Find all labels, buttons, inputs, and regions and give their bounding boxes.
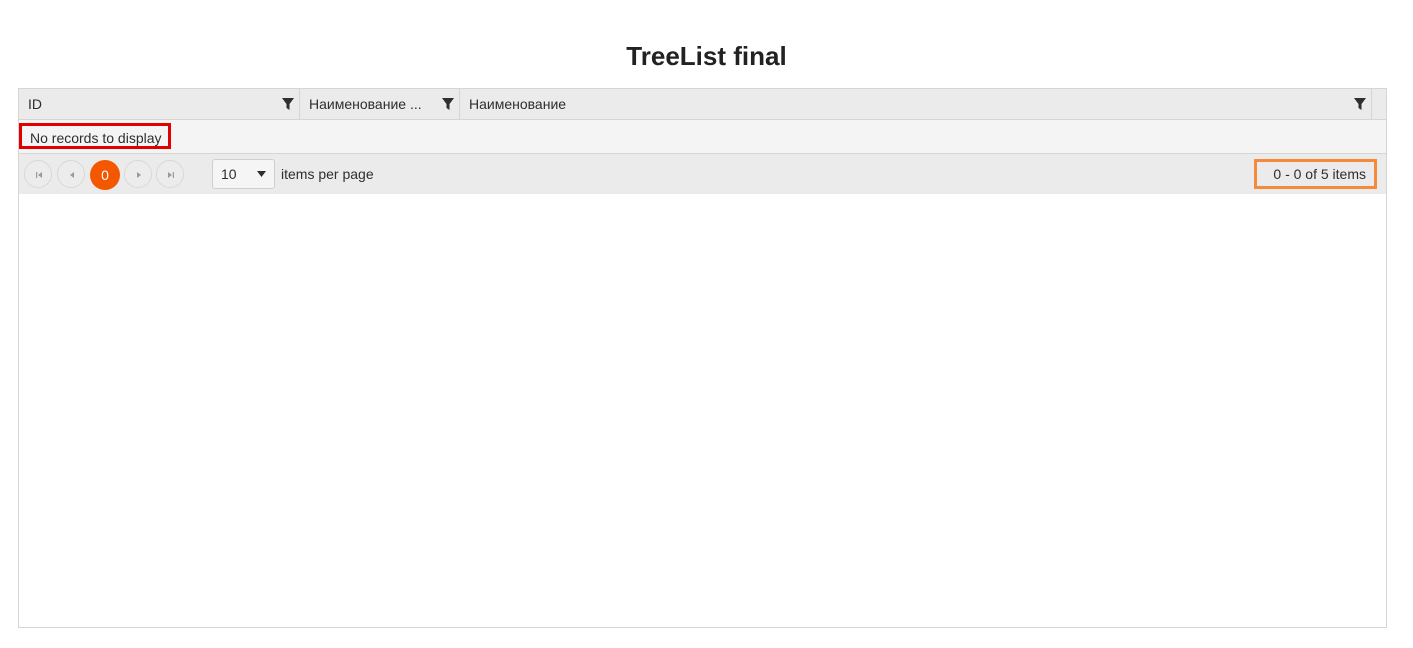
no-records-message: No records to display: [19, 123, 171, 149]
pager-info: 0 - 0 of 5 items: [1254, 159, 1377, 189]
column-header-label: Наименование: [469, 96, 567, 112]
arrow-left-icon: [70, 172, 74, 178]
treelist: ID Наименование ... Наименование No reco…: [18, 88, 1387, 628]
items-per-page-label: items per page: [281, 166, 374, 182]
pager-current-page[interactable]: 0: [90, 160, 120, 190]
pager-last-button[interactable]: [156, 160, 184, 188]
column-header-label: Наименование ...: [309, 96, 422, 112]
filter-icon[interactable]: [441, 97, 455, 111]
pager: 0 10 items per page 0 - 0 of 5 items: [19, 154, 1386, 194]
pager-prev-button[interactable]: [57, 160, 85, 188]
pager-first-button[interactable]: [24, 160, 52, 188]
scrollbar-spacer: [1372, 89, 1386, 119]
seek-last-icon: [168, 172, 174, 178]
page-size-value: 10: [221, 166, 237, 182]
caret-down-icon: [257, 171, 266, 177]
no-records-row: No records to display: [19, 120, 1386, 154]
page-title: TreeList final: [626, 41, 787, 71]
column-header-name-short[interactable]: Наименование ...: [300, 89, 460, 119]
arrow-right-icon: [137, 172, 141, 178]
pager-next-button[interactable]: [124, 160, 152, 188]
header-row: ID Наименование ... Наименование: [19, 89, 1386, 120]
filter-icon[interactable]: [1353, 97, 1367, 111]
page-size-dropdown[interactable]: 10: [212, 159, 275, 189]
column-header-label: ID: [28, 96, 42, 112]
column-header-name[interactable]: Наименование: [460, 89, 1372, 119]
seek-first-icon: [36, 172, 42, 178]
filter-icon[interactable]: [281, 97, 295, 111]
column-header-id[interactable]: ID: [19, 89, 300, 119]
